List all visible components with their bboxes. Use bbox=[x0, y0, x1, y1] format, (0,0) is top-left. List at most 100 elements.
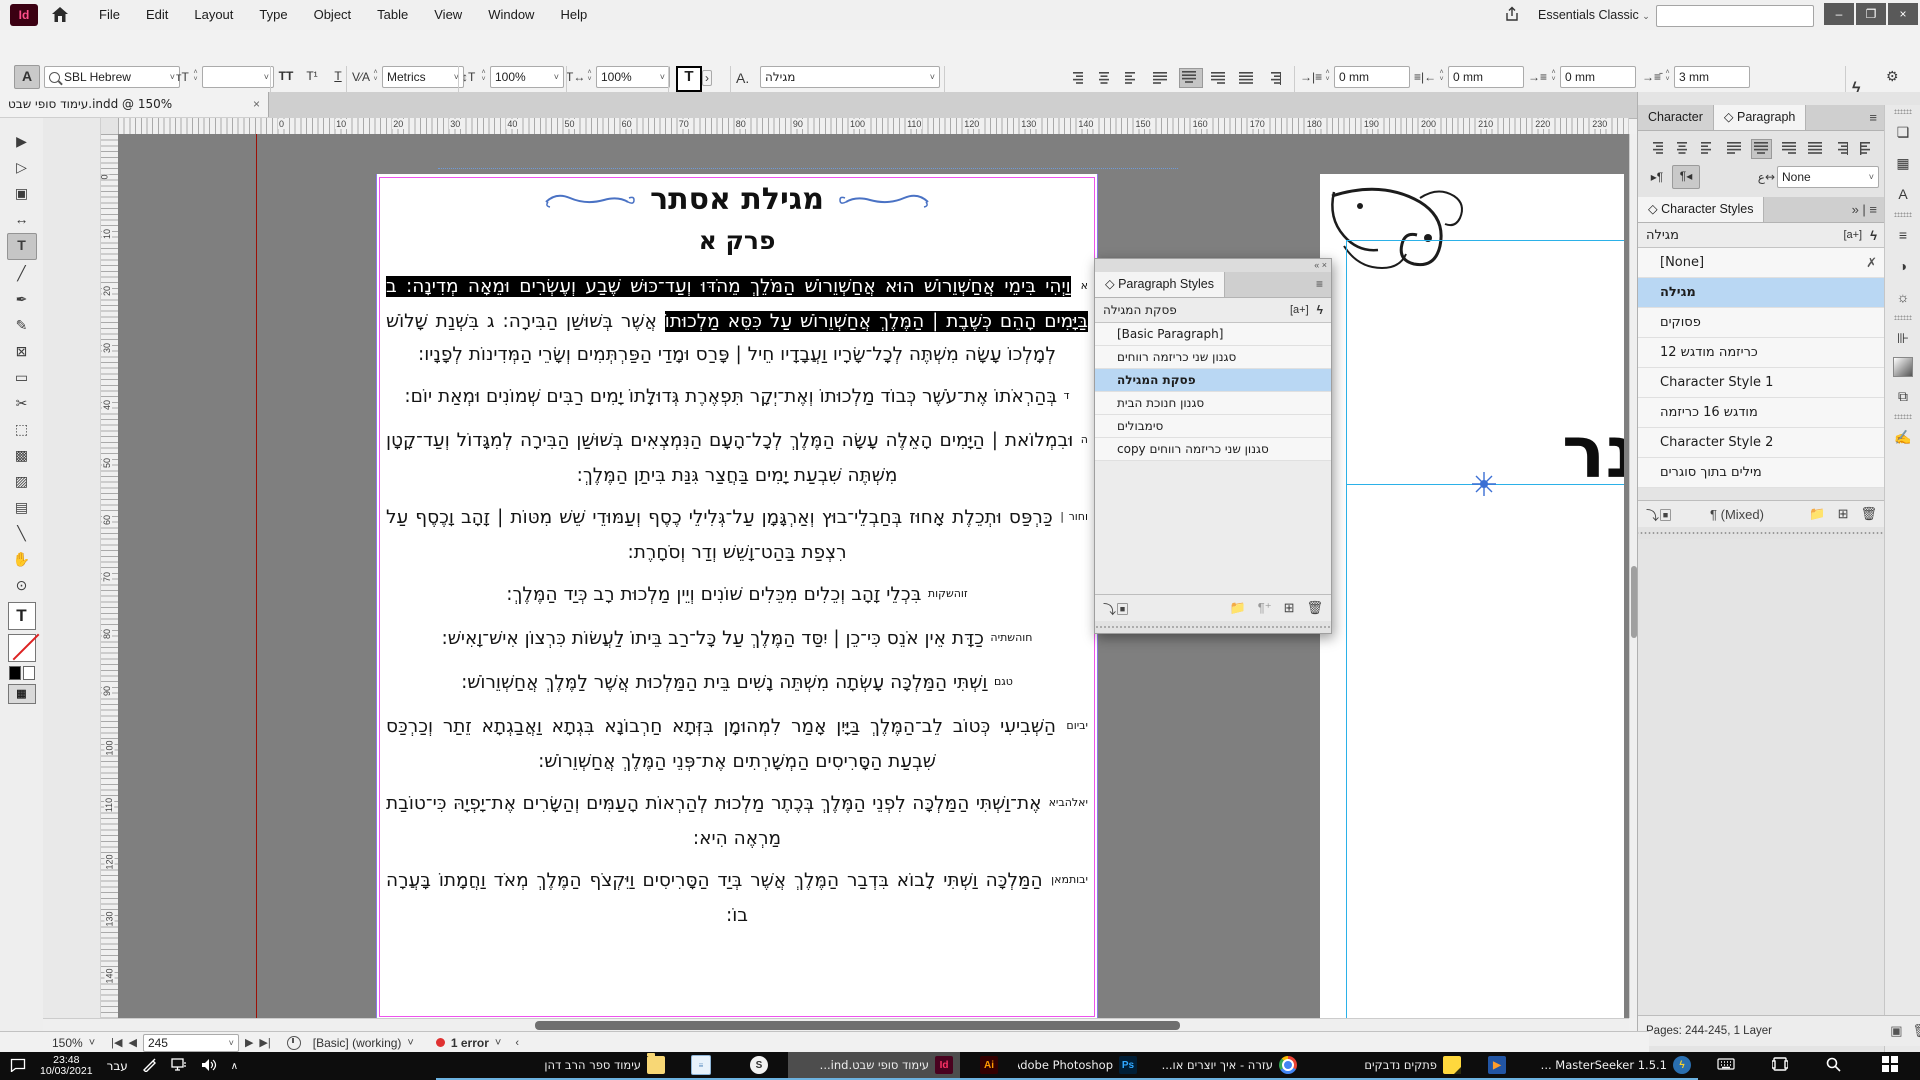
panel-close-icon[interactable]: × bbox=[1322, 260, 1327, 270]
hand-tool[interactable]: ✋ bbox=[8, 547, 36, 572]
panel-resize-grip[interactable] bbox=[1095, 621, 1331, 633]
app-search-input[interactable] bbox=[1656, 5, 1814, 27]
error-dropdown-icon[interactable]: ˅ bbox=[495, 1037, 501, 1049]
vertical-ruler[interactable]: 0102030405060708090100110120130140 bbox=[100, 134, 119, 1018]
align-button-4[interactable] bbox=[1751, 139, 1771, 159]
horizontal-scrollbar[interactable] bbox=[43, 1018, 1629, 1032]
character-style-item[interactable]: מגילה bbox=[1638, 278, 1885, 308]
stroke-panel-icon[interactable]: ≡ bbox=[1890, 222, 1916, 248]
load-styles-icon[interactable]: ⤵▣ bbox=[1646, 505, 1672, 524]
horizontal-scale-stepper[interactable]: ˄˅ bbox=[584, 66, 595, 89]
preflight-icon[interactable] bbox=[287, 1036, 301, 1050]
preflight-dropdown-icon[interactable]: ˅ bbox=[407, 1037, 413, 1049]
color-panel-icon[interactable]: ◑ bbox=[1890, 253, 1916, 279]
scripts-panel-icon[interactable]: ✍ bbox=[1890, 424, 1916, 450]
paragraph-style-item[interactable]: [Basic Paragraph] bbox=[1095, 323, 1331, 346]
left-indent-field[interactable]: 0 mm bbox=[1448, 66, 1524, 88]
line-tool[interactable]: ╱ bbox=[8, 261, 36, 286]
next-page-button[interactable]: ▶ bbox=[245, 1036, 253, 1049]
expand-icons[interactable]: » | ≡ bbox=[1844, 197, 1885, 222]
keyboard-language[interactable]: עבר bbox=[107, 1059, 128, 1073]
network-icon[interactable] bbox=[171, 1058, 187, 1075]
lightning-icon[interactable]: ϟ bbox=[1870, 228, 1877, 243]
font-size-stepper[interactable]: ˄˅ bbox=[190, 66, 201, 89]
gradient-panel-icon[interactable] bbox=[1893, 357, 1913, 377]
tab-close-icon[interactable]: × bbox=[253, 92, 260, 117]
character-style-item[interactable]: כריזמה מודגש 12 bbox=[1638, 338, 1885, 368]
font-family-select[interactable]: SBL Hebrew˅ bbox=[44, 66, 180, 88]
clock[interactable]: 23:48 10/03/2021 bbox=[40, 1055, 93, 1077]
horizontal-ruler[interactable]: 0102030405060708090100110120130140150160… bbox=[118, 118, 1629, 135]
kerning-select[interactable]: Metrics˅ bbox=[382, 66, 464, 88]
align-button-7[interactable] bbox=[1832, 140, 1850, 158]
pages-panel-icon[interactable]: ❏ bbox=[1890, 119, 1916, 145]
zoom-tool[interactable]: ⊙ bbox=[8, 573, 36, 598]
character-style-item[interactable]: מילים בתוך סוגרים bbox=[1638, 458, 1885, 488]
taskbar-touch-keyboard-button[interactable] bbox=[1698, 1052, 1754, 1080]
rectangle-frame-tool[interactable]: ⊠ bbox=[8, 339, 36, 364]
character-style-item[interactable]: Character Style 1 bbox=[1638, 368, 1885, 398]
first-line-indent-stepper[interactable]: ˄˅ bbox=[1548, 66, 1559, 89]
ruler-origin[interactable] bbox=[100, 118, 119, 135]
first-page-button[interactable]: |◀ bbox=[111, 1036, 122, 1049]
collapse-icon[interactable]: « bbox=[1314, 260, 1322, 270]
create-style-icon[interactable]: ⊞ bbox=[1284, 600, 1295, 616]
maximize-button[interactable]: ❐ bbox=[1856, 3, 1886, 25]
swatches-panel-icon[interactable]: ▦ bbox=[1890, 150, 1916, 176]
layers-panel-icon[interactable]: ⧉ bbox=[1890, 383, 1916, 409]
page-245[interactable]: נר bbox=[1320, 174, 1624, 1018]
taskbar-masterseeker-button[interactable]: ϟ... MasterSeeker 1.5.1 bbox=[1526, 1052, 1698, 1080]
align-button-5[interactable] bbox=[1209, 70, 1231, 88]
align-button-0[interactable] bbox=[1647, 140, 1665, 158]
share-icon[interactable] bbox=[1504, 6, 1520, 25]
taskbar-s-app-button[interactable]: S bbox=[730, 1052, 788, 1080]
align-panel-icon[interactable]: ⊪ bbox=[1890, 325, 1916, 351]
page-244[interactable]: מגילת אסתר פרק א א וַיְהִי בִּימֵי אֲחַש… bbox=[376, 174, 1098, 1018]
panel-menu-icon[interactable]: ≡ bbox=[1308, 272, 1331, 297]
close-button[interactable]: × bbox=[1888, 3, 1918, 25]
last-line-indent-field[interactable]: 3 mm bbox=[1674, 66, 1750, 88]
pencil-tool[interactable]: ✎ bbox=[8, 313, 36, 338]
align-button-1[interactable] bbox=[1673, 140, 1691, 158]
align-button-5[interactable] bbox=[1780, 140, 1798, 158]
font-size-select[interactable]: ˅ bbox=[202, 66, 274, 88]
eyedropper-tool[interactable]: ╲ bbox=[8, 521, 36, 546]
taskbar-indesign-button[interactable]: Idעימוד סופי שבט.ind... bbox=[788, 1052, 960, 1080]
screen-mode-button[interactable]: ▦ bbox=[8, 684, 36, 704]
menu-view[interactable]: View bbox=[421, 0, 475, 30]
free-transform-tool[interactable]: ⬚ bbox=[8, 417, 36, 442]
character-formatting-button[interactable]: A bbox=[14, 65, 40, 89]
load-styles-icon[interactable]: ⤵▣ bbox=[1103, 599, 1129, 618]
taskbar-task-view-button[interactable] bbox=[1754, 1052, 1806, 1080]
action-center-icon[interactable] bbox=[10, 1058, 26, 1075]
minimize-button[interactable]: – bbox=[1824, 3, 1854, 25]
workspace-switcher[interactable]: Essentials Classic ⌄ bbox=[1538, 0, 1650, 31]
align-button-4[interactable] bbox=[1179, 68, 1203, 88]
glyphs-panel-icon[interactable]: A bbox=[1890, 181, 1916, 207]
align-button-0[interactable] bbox=[1067, 70, 1089, 88]
zoom-level[interactable]: 150% bbox=[52, 1036, 83, 1050]
character-style-item[interactable]: [None]✗ bbox=[1638, 248, 1885, 278]
vertical-scale-select[interactable]: 100%˅ bbox=[490, 66, 564, 88]
paragraph-style-item[interactable]: פסקת המגילה bbox=[1095, 369, 1331, 392]
menu-layout[interactable]: Layout bbox=[181, 0, 246, 30]
effects-panel-icon[interactable]: ☼ bbox=[1890, 284, 1916, 310]
align-button-2[interactable] bbox=[1699, 140, 1717, 158]
rtl-paragraph-direction-button[interactable]: ¶◂ bbox=[1672, 165, 1700, 189]
home-icon[interactable] bbox=[50, 5, 70, 28]
align-button-3[interactable] bbox=[1725, 140, 1743, 158]
character-fill-swatch[interactable]: T bbox=[676, 66, 702, 92]
paragraph-style-item[interactable]: סימבולים bbox=[1095, 415, 1331, 438]
pen-tool[interactable]: ✒ bbox=[8, 287, 36, 312]
vertical-scale-stepper[interactable]: ˄˅ bbox=[478, 66, 489, 89]
horizontal-scrollbar-thumb[interactable] bbox=[535, 1021, 1180, 1030]
delete-page-icon[interactable]: 🗑 bbox=[1912, 1023, 1920, 1039]
taskbar-sticky-notes-button[interactable]: פתקים נדבקים bbox=[1304, 1052, 1468, 1080]
scissors-tool[interactable]: ✂ bbox=[8, 391, 36, 416]
preflight-profile[interactable]: [Basic] (working) bbox=[313, 1036, 402, 1050]
delete-style-icon[interactable]: 🗑 bbox=[1306, 600, 1323, 616]
tab-character[interactable]: Character bbox=[1638, 105, 1714, 130]
right-indent-field[interactable]: 0 mm bbox=[1334, 66, 1410, 88]
first-line-indent-field[interactable]: 0 mm bbox=[1560, 66, 1636, 88]
tab-paragraph[interactable]: ◇ Paragraph bbox=[1714, 105, 1806, 130]
